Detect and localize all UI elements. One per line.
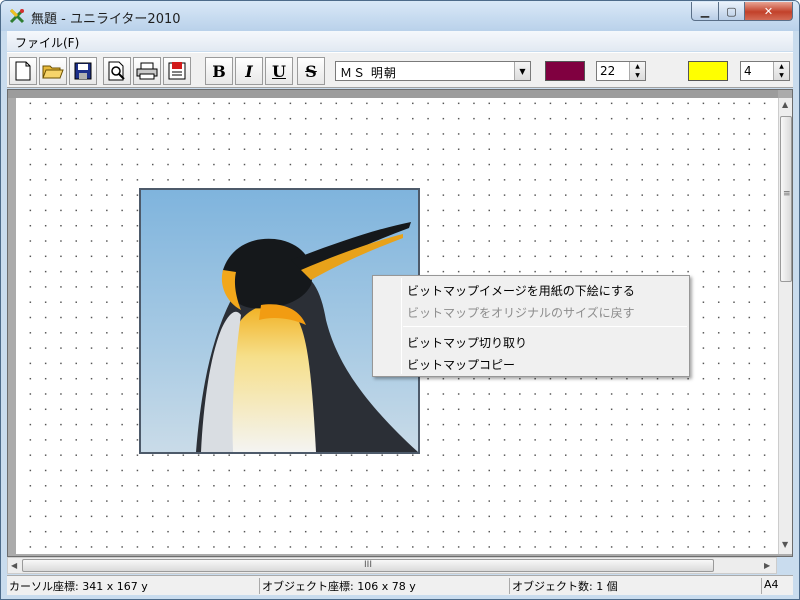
text-color-swatch[interactable] <box>545 61 585 81</box>
grip-icon: ≡ <box>783 189 791 199</box>
horizontal-scroll-thumb[interactable]: III <box>22 559 714 572</box>
top-ruler <box>8 90 778 98</box>
font-size-stepper[interactable]: 22 ▲ ▼ <box>596 61 646 81</box>
app-logo-icon <box>9 8 25 24</box>
properties-button[interactable] <box>163 57 191 85</box>
spin-up-icon[interactable]: ▲ <box>635 63 640 70</box>
status-object-coords: オブジェクト座標: 106 x 78 y <box>259 578 416 594</box>
maximize-icon: ▢ <box>726 4 737 18</box>
menu-separator <box>403 326 687 327</box>
save-disk-icon <box>74 62 92 80</box>
close-icon: ✕ <box>763 4 774 18</box>
scroll-right-icon[interactable]: ▶ <box>764 561 770 570</box>
print-icon <box>136 62 158 80</box>
menu-item-set-as-underlay[interactable]: ビットマップイメージを用紙の下絵にする <box>407 282 635 299</box>
new-document-icon <box>15 61 31 81</box>
menu-bar: ファイル(F) <box>7 31 793 51</box>
print-button[interactable] <box>133 57 161 85</box>
vertical-scroll-thumb[interactable]: ≡ <box>780 116 792 282</box>
spin-down-icon[interactable]: ▼ <box>779 72 784 79</box>
maximize-button[interactable]: ▢ <box>718 2 745 21</box>
font-select-value: ＭＳ 明朝 <box>340 66 397 80</box>
vertical-scrollbar[interactable]: ▲ ≡ ▼ <box>778 98 792 554</box>
line-width-stepper[interactable]: 4 ▲ ▼ <box>740 61 790 81</box>
status-object-count: オブジェクト数: 1 個 <box>509 578 618 594</box>
strikethrough-button[interactable]: S <box>297 57 325 85</box>
open-folder-icon <box>42 65 64 79</box>
spin-up-icon[interactable]: ▲ <box>779 63 784 70</box>
close-button[interactable]: ✕ <box>744 2 793 21</box>
line-width-value: 4 <box>744 64 752 78</box>
menu-file[interactable]: ファイル(F) <box>15 34 79 51</box>
properties-icon <box>168 62 186 80</box>
print-preview-icon <box>108 61 125 81</box>
context-menu: ビットマップイメージを用紙の下絵にする ビットマップをオリジナルのサイズに戻す … <box>372 275 690 377</box>
spin-down-icon[interactable]: ▼ <box>635 72 640 79</box>
font-select[interactable]: ＭＳ 明朝 ▼ <box>335 61 531 81</box>
italic-button[interactable]: I <box>235 57 263 85</box>
status-bar: カーソル座標: 341 x 167 y オブジェクト座標: 106 x 78 y… <box>7 575 793 595</box>
chevron-down-icon[interactable]: ▼ <box>514 62 530 80</box>
scroll-up-icon[interactable]: ▲ <box>782 100 788 109</box>
menu-item-restore-original-size[interactable]: ビットマップをオリジナルのサイズに戻す <box>407 304 635 321</box>
window-title: 無題 - ユニライター2010 <box>31 12 181 27</box>
menu-item-cut-bitmap[interactable]: ビットマップ切り取り <box>407 334 527 351</box>
new-button[interactable] <box>9 57 37 85</box>
underline-button[interactable]: U <box>265 57 293 85</box>
save-button[interactable] <box>69 57 97 85</box>
print-preview-button[interactable] <box>103 57 131 85</box>
fill-color-swatch[interactable] <box>688 61 728 81</box>
font-size-value: 22 <box>600 64 616 78</box>
toolbar: B I U S ＭＳ 明朝 ▼ 22 ▲ ▼ 4 ▲ ▼ <box>7 52 793 88</box>
menu-item-copy-bitmap[interactable]: ビットマップコピー <box>407 356 515 373</box>
status-cursor-coords: カーソル座標: 341 x 167 y <box>9 580 148 593</box>
scroll-left-icon[interactable]: ◀ <box>11 561 17 570</box>
grip-icon: III <box>364 560 372 570</box>
title-bar[interactable]: 無題 - ユニライター2010 ▁ ▢ ✕ <box>1 1 799 31</box>
minimize-button[interactable]: ▁ <box>691 2 719 21</box>
open-button[interactable] <box>39 57 67 85</box>
bold-button[interactable]: B <box>205 57 233 85</box>
status-paper-size: A4 <box>761 578 779 594</box>
minimize-icon: ▁ <box>700 4 710 18</box>
horizontal-scrollbar[interactable]: ◀ III ▶ <box>7 557 777 574</box>
scroll-down-icon[interactable]: ▼ <box>782 540 788 549</box>
